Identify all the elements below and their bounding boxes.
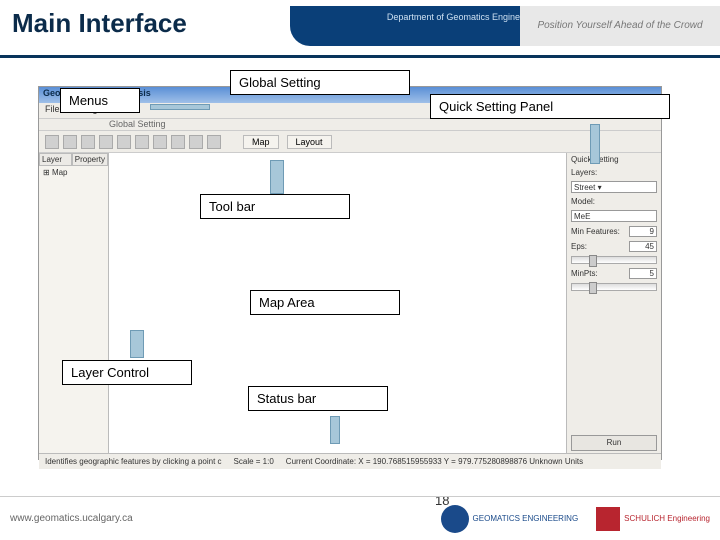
tab-map[interactable]: Map xyxy=(243,135,279,149)
callout-layer: Layer Control xyxy=(62,360,192,385)
slide-header: Main Interface Department of Geomatics E… xyxy=(0,0,720,58)
slide-footer: www.geomatics.ucalgary.ca GEOMATICS ENGI… xyxy=(0,496,720,540)
arrow-icon xyxy=(130,330,144,358)
run-button[interactable]: Run xyxy=(571,435,657,451)
status-coord: Current Coordinate: X = 190.768515955933… xyxy=(286,457,583,466)
qp-title: Quick Setting xyxy=(571,155,657,164)
callout-menus: Menus xyxy=(60,88,140,113)
qp-model-select[interactable]: MeE xyxy=(571,210,657,222)
callout-map: Map Area xyxy=(250,290,400,315)
tool-icon[interactable] xyxy=(171,135,185,149)
layer-tab-layer[interactable]: Layer xyxy=(39,153,72,166)
qp-eps-slider[interactable] xyxy=(571,256,657,264)
qp-layers-label: Layers: xyxy=(571,168,657,177)
qp-eps-input[interactable]: 45 xyxy=(629,241,657,252)
layer-panel: Layer Property ⊞ Map xyxy=(39,153,109,453)
qp-model-label: Model: xyxy=(571,197,657,206)
callout-toolbar: Tool bar xyxy=(200,194,350,219)
dept-text: Department of Geomatics Engineering xyxy=(290,12,540,22)
toolbar: Map Layout xyxy=(39,131,661,153)
layer-tree[interactable]: ⊞ Map xyxy=(39,166,108,179)
tool-icon[interactable] xyxy=(207,135,221,149)
tool-icon[interactable] xyxy=(45,135,59,149)
geomatics-logo-text: GEOMATICS ENGINEERING xyxy=(473,515,579,523)
layer-root[interactable]: Map xyxy=(52,168,68,177)
qp-layers-select[interactable]: Street ▾ xyxy=(571,181,657,193)
tool-icon[interactable] xyxy=(63,135,77,149)
global-setting-text: Global Setting xyxy=(109,119,166,129)
tool-icon[interactable] xyxy=(81,135,95,149)
dept-banner: Department of Geomatics Engineering xyxy=(290,6,550,46)
qp-minpts-slider[interactable] xyxy=(571,283,657,291)
tool-icon[interactable] xyxy=(135,135,149,149)
schulich-logo-text: SCHULICH Engineering xyxy=(624,515,710,523)
arrow-icon xyxy=(330,416,340,444)
qp-minpts-label: MinPts: xyxy=(571,269,598,278)
qp-eps-label: Eps: xyxy=(571,242,587,251)
layer-tab-property[interactable]: Property xyxy=(72,153,108,166)
tagline-banner: Position Yourself Ahead of the Crowd xyxy=(520,6,720,46)
status-hint: Identifies geographic features by clicki… xyxy=(45,457,222,466)
footer-url: www.geomatics.ucalgary.ca xyxy=(10,513,133,524)
callout-global: Global Setting xyxy=(230,70,410,95)
arrow-icon xyxy=(590,124,600,164)
tool-icon[interactable] xyxy=(189,135,203,149)
arrow-icon xyxy=(270,160,284,194)
tool-icon[interactable] xyxy=(117,135,131,149)
qp-minfeat-label: Min Features: xyxy=(571,227,620,236)
slide-title: Main Interface xyxy=(12,8,187,39)
qp-minpts-input[interactable]: 5 xyxy=(629,268,657,279)
tab-layout[interactable]: Layout xyxy=(287,135,332,149)
quick-setting-panel: Quick Setting Layers: Street ▾ Model: Me… xyxy=(567,153,661,453)
tool-icon[interactable] xyxy=(153,135,167,149)
status-bar: Identifies geographic features by clicki… xyxy=(39,453,661,469)
callout-quick: Quick Setting Panel xyxy=(430,94,670,119)
geomatics-logo-icon xyxy=(441,505,469,533)
qp-minfeat-input[interactable]: 9 xyxy=(629,226,657,237)
schulich-logo-icon xyxy=(596,507,620,531)
callout-status: Status bar xyxy=(248,386,388,411)
status-scale: Scale = 1:0 xyxy=(234,457,274,466)
menu-file[interactable]: File xyxy=(45,104,60,117)
arrow-icon xyxy=(150,104,210,110)
tool-icon[interactable] xyxy=(99,135,113,149)
